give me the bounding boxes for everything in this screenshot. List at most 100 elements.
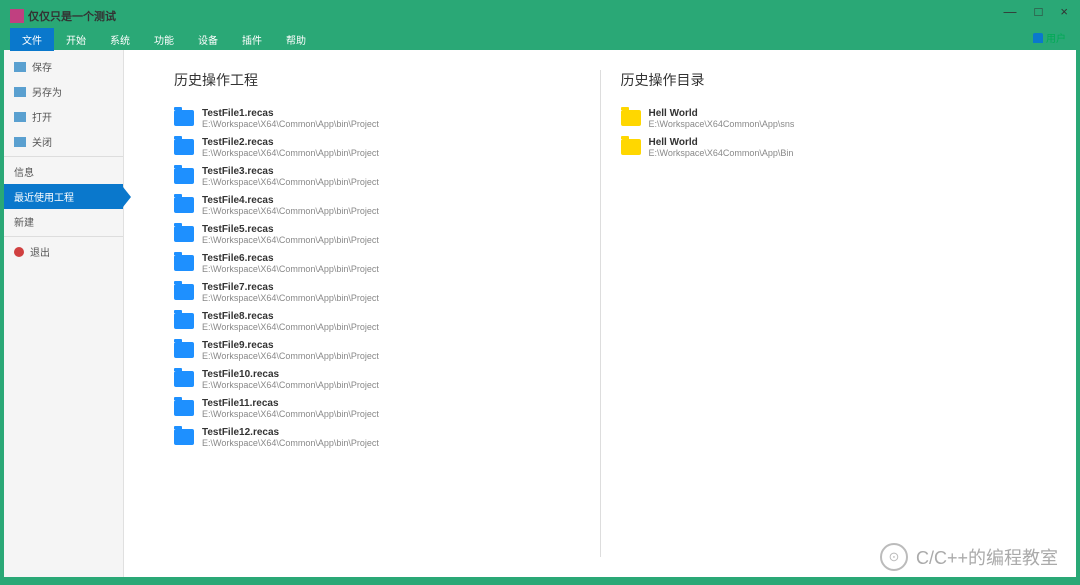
file-name: Hell World (649, 108, 795, 119)
sidebar-item[interactable]: 信息 (4, 159, 123, 184)
sidebar-item-label: 保存 (32, 59, 52, 74)
user-label: 用户 (1046, 30, 1066, 45)
menu-item-6[interactable]: 帮助 (274, 28, 318, 51)
file-item[interactable]: TestFile2.recasE:\Workspace\X64\Common\A… (174, 135, 580, 160)
sidebar-item-label: 关闭 (32, 134, 52, 149)
file-name: TestFile12.recas (202, 427, 379, 438)
sidebar-item[interactable]: 新建 (4, 209, 123, 234)
file-path: E:\Workspace\X64\Common\App\bin\Project (202, 380, 379, 390)
file-path: E:\Workspace\X64\Common\App\bin\Project (202, 438, 379, 448)
history-projects-title: 历史操作工程 (174, 70, 580, 90)
save-icon (14, 62, 26, 72)
sidebar-item[interactable]: 退出 (4, 239, 123, 264)
folder-icon (174, 429, 194, 445)
close-button[interactable]: × (1056, 4, 1072, 19)
folder-icon (621, 110, 641, 126)
sidebar: 保存另存为打开关闭信息最近使用工程新建退出 (4, 50, 124, 577)
sidebar-item-label: 另存为 (32, 84, 62, 99)
watermark-text: C/C++的编程教室 (916, 544, 1058, 570)
file-path: E:\Workspace\X64\Common\App\bin\Project (202, 206, 379, 216)
menu-item-5[interactable]: 插件 (230, 28, 274, 51)
sidebar-item-label: 退出 (30, 244, 50, 259)
sidebar-item-label: 最近使用工程 (14, 189, 74, 204)
folder-icon (174, 400, 194, 416)
file-item[interactable]: Hell WorldE:\Workspace\X64Common\App\Bin (621, 135, 1027, 160)
file-path: E:\Workspace\X64\Common\App\bin\Project (202, 351, 379, 361)
user-menu[interactable]: 用户 (1033, 30, 1066, 45)
file-item[interactable]: TestFile3.recasE:\Workspace\X64\Common\A… (174, 164, 580, 189)
sidebar-item-label: 打开 (32, 109, 52, 124)
file-path: E:\Workspace\X64\Common\App\bin\Project (202, 177, 379, 187)
file-name: TestFile6.recas (202, 253, 379, 264)
file-item[interactable]: TestFile11.recasE:\Workspace\X64\Common\… (174, 396, 580, 421)
folder-icon (174, 197, 194, 213)
close-icon (14, 137, 26, 147)
sidebar-item[interactable]: 关闭 (4, 129, 123, 154)
file-name: TestFile7.recas (202, 282, 379, 293)
file-path: E:\Workspace\X64\Common\App\bin\Project (202, 235, 379, 245)
sidebar-item[interactable]: 打开 (4, 104, 123, 129)
file-path: E:\Workspace\X64\Common\App\bin\Project (202, 119, 379, 129)
sidebar-divider (4, 236, 123, 237)
minimize-button[interactable]: — (1000, 4, 1021, 19)
file-path: E:\Workspace\X64\Common\App\bin\Project (202, 409, 379, 419)
file-name: TestFile10.recas (202, 369, 379, 380)
file-item[interactable]: Hell WorldE:\Workspace\X64Common\App\sns (621, 106, 1027, 131)
menu-bar: 文件开始系统功能设备插件帮助 用户 (4, 28, 1076, 50)
file-path: E:\Workspace\X64\Common\App\bin\Project (202, 322, 379, 332)
sidebar-item[interactable]: 另存为 (4, 79, 123, 104)
maximize-button[interactable]: □ (1031, 4, 1047, 19)
file-item[interactable]: TestFile9.recasE:\Workspace\X64\Common\A… (174, 338, 580, 363)
file-name: TestFile8.recas (202, 311, 379, 322)
file-item[interactable]: TestFile5.recasE:\Workspace\X64\Common\A… (174, 222, 580, 247)
sidebar-item[interactable]: 最近使用工程 (4, 184, 123, 209)
file-item[interactable]: TestFile12.recasE:\Workspace\X64\Common\… (174, 425, 580, 450)
folder-icon (174, 110, 194, 126)
history-dirs-list: Hell WorldE:\Workspace\X64Common\App\sns… (621, 106, 1027, 160)
file-item[interactable]: TestFile8.recasE:\Workspace\X64\Common\A… (174, 309, 580, 334)
file-path: E:\Workspace\X64Common\App\Bin (649, 148, 794, 158)
folder-icon (174, 284, 194, 300)
exit-icon (14, 247, 24, 257)
file-name: TestFile11.recas (202, 398, 379, 409)
menu-item-3[interactable]: 功能 (142, 28, 186, 51)
file-path: E:\Workspace\X64Common\App\sns (649, 119, 795, 129)
file-item[interactable]: TestFile10.recasE:\Workspace\X64\Common\… (174, 367, 580, 392)
file-item[interactable]: TestFile6.recasE:\Workspace\X64\Common\A… (174, 251, 580, 276)
file-name: TestFile2.recas (202, 137, 379, 148)
sidebar-item[interactable]: 保存 (4, 54, 123, 79)
file-item[interactable]: TestFile4.recasE:\Workspace\X64\Common\A… (174, 193, 580, 218)
window-title: 仅仅只是一个测试 (28, 8, 116, 24)
file-path: E:\Workspace\X64\Common\App\bin\Project (202, 148, 379, 158)
history-dirs-title: 历史操作目录 (621, 70, 1027, 90)
file-item[interactable]: TestFile1.recasE:\Workspace\X64\Common\A… (174, 106, 580, 131)
file-path: E:\Workspace\X64\Common\App\bin\Project (202, 264, 379, 274)
menu-item-2[interactable]: 系统 (98, 28, 142, 51)
open-icon (14, 112, 26, 122)
file-path: E:\Workspace\X64\Common\App\bin\Project (202, 293, 379, 303)
menu-item-0[interactable]: 文件 (10, 28, 54, 51)
sidebar-divider (4, 156, 123, 157)
folder-icon (174, 255, 194, 271)
file-item[interactable]: TestFile7.recasE:\Workspace\X64\Common\A… (174, 280, 580, 305)
file-name: TestFile5.recas (202, 224, 379, 235)
menu-item-4[interactable]: 设备 (186, 28, 230, 51)
sidebar-item-label: 信息 (14, 164, 34, 179)
main-panel: 历史操作工程 TestFile1.recasE:\Workspace\X64\C… (124, 50, 1076, 577)
folder-icon (174, 313, 194, 329)
file-name: TestFile9.recas (202, 340, 379, 351)
folder-icon (174, 371, 194, 387)
watermark: ⊙ C/C++的编程教室 (880, 543, 1058, 571)
history-projects-list: TestFile1.recasE:\Workspace\X64\Common\A… (174, 106, 580, 450)
menu-item-1[interactable]: 开始 (54, 28, 98, 51)
history-dirs-column: 历史操作目录 Hell WorldE:\Workspace\X64Common\… (601, 70, 1047, 557)
folder-icon (174, 139, 194, 155)
file-name: TestFile3.recas (202, 166, 379, 177)
content-area: 保存另存为打开关闭信息最近使用工程新建退出 历史操作工程 TestFile1.r… (4, 50, 1076, 577)
user-icon (1033, 33, 1043, 43)
file-name: TestFile4.recas (202, 195, 379, 206)
app-icon (10, 9, 24, 23)
folder-icon (174, 226, 194, 242)
window-controls: — □ × (1000, 4, 1072, 19)
sidebar-item-label: 新建 (14, 214, 34, 229)
